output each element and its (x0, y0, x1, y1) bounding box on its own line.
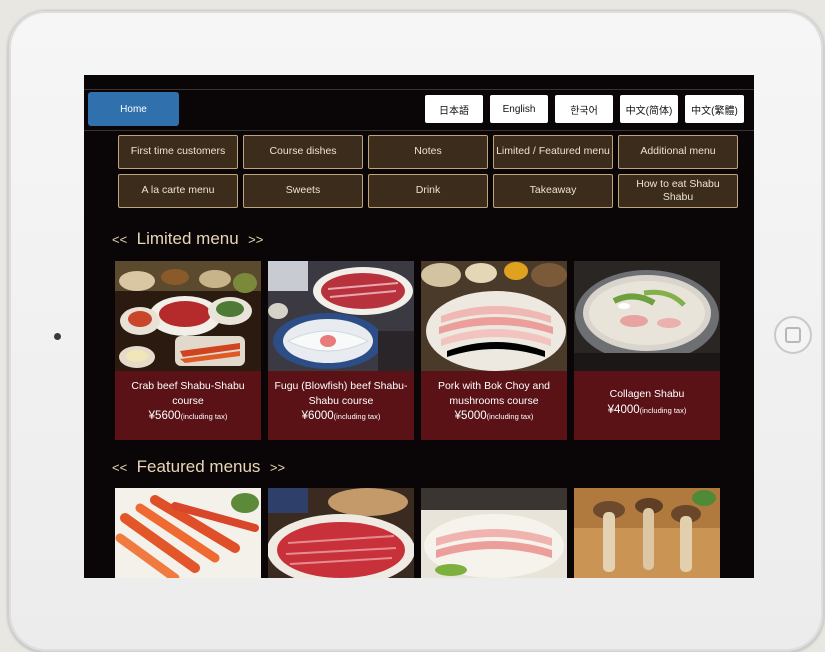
camera-dot (54, 333, 61, 340)
featured-matsutake-photo[interactable] (574, 488, 720, 578)
featured-beef-photo[interactable] (268, 488, 414, 578)
lang-chinese-traditional-button[interactable]: 中文(繁體) (685, 95, 744, 123)
menu-card-crab-beef[interactable]: Crab beef Shabu-Shabu course ¥5600(inclu… (115, 261, 261, 440)
menu-item-tax-note: (including tax) (639, 405, 687, 415)
fugu-beef-caption: Fugu (Blowfish) beef Shabu-Shabu course … (268, 371, 414, 440)
menu-item-name: Pork with Bok Choy and mushrooms course (437, 380, 551, 407)
menu-item-price: ¥5600 (148, 410, 181, 423)
lang-chinese-simplified-button[interactable]: 中文(简体) (620, 95, 678, 123)
menu-item-tax-note: (including tax) (180, 412, 228, 422)
nav-first-time-customers[interactable]: First time customers (118, 135, 238, 169)
top-bar: Home 日本語 English 한국어 中文(简体) 中文(繁體) (84, 89, 754, 131)
menu-card-fugu-beef[interactable]: Fugu (Blowfish) beef Shabu-Shabu course … (268, 261, 414, 440)
pork-caption: Pork with Bok Choy and mushrooms course … (421, 371, 567, 440)
featured-menus-title: Featured menus (136, 457, 261, 476)
menu-item-price: ¥4000 (607, 403, 640, 416)
collagen-shabu-caption: Collagen Shabu ¥4000(including tax) (574, 371, 720, 440)
nav-sweets[interactable]: Sweets (243, 174, 363, 208)
featured-menus-heading: << Featured menus >> (112, 457, 285, 477)
menu-card-collagen-shabu[interactable]: Collagen Shabu ¥4000(including tax) (574, 261, 720, 440)
nav-drink[interactable]: Drink (368, 174, 488, 208)
nav-additional-menu[interactable]: Additional menu (618, 135, 738, 169)
collagen-shabu-photo (574, 261, 720, 371)
tablet-home-button[interactable] (774, 316, 812, 354)
menu-item-price: ¥5000 (454, 410, 487, 423)
nav-course-dishes[interactable]: Course dishes (243, 135, 363, 169)
prev-arrow[interactable]: << (112, 232, 127, 247)
nav-a-la-carte-menu[interactable]: A la carte menu (118, 174, 238, 208)
nav-how-to-eat-shabu-shabu[interactable]: How to eat Shabu Shabu (618, 174, 738, 208)
menu-item-name: Collagen Shabu (609, 388, 685, 400)
featured-crab-photo[interactable] (115, 488, 261, 578)
featured-pork-photo[interactable] (421, 488, 567, 578)
nav-notes[interactable]: Notes (368, 135, 488, 169)
menu-item-price: ¥6000 (301, 410, 334, 423)
crab-beef-caption: Crab beef Shabu-Shabu course ¥5600(inclu… (115, 371, 261, 440)
menu-item-name: Fugu (Blowfish) beef Shabu-Shabu course (274, 380, 408, 407)
fugu-beef-course-photo (268, 261, 414, 371)
prev-arrow[interactable]: << (112, 460, 127, 475)
crab-beef-course-photo (115, 261, 261, 371)
menu-item-tax-note: (including tax) (486, 412, 534, 422)
lang-english-button[interactable]: English (490, 95, 548, 123)
menu-item-tax-note: (including tax) (333, 412, 381, 422)
menu-card-pork-bok-choy[interactable]: Pork with Bok Choy and mushrooms course … (421, 261, 567, 440)
limited-menu-heading: << Limited menu >> (112, 229, 263, 249)
menu-item-name: Crab beef Shabu-Shabu course (131, 380, 245, 407)
nav-takeaway[interactable]: Takeaway (493, 174, 613, 208)
screen: Home 日本語 English 한국어 中文(简体) 中文(繁體) First… (84, 75, 754, 578)
next-arrow[interactable]: >> (248, 232, 263, 247)
next-arrow[interactable]: >> (270, 460, 285, 475)
home-square-icon (785, 327, 801, 343)
lang-korean-button[interactable]: 한국어 (555, 95, 613, 123)
home-tab[interactable]: Home (88, 92, 179, 126)
limited-menu-title: Limited menu (136, 229, 239, 248)
pork-course-photo (421, 261, 567, 371)
nav-limited-featured-menu[interactable]: Limited / Featured menu (493, 135, 613, 169)
lang-japanese-button[interactable]: 日本語 (425, 95, 483, 123)
